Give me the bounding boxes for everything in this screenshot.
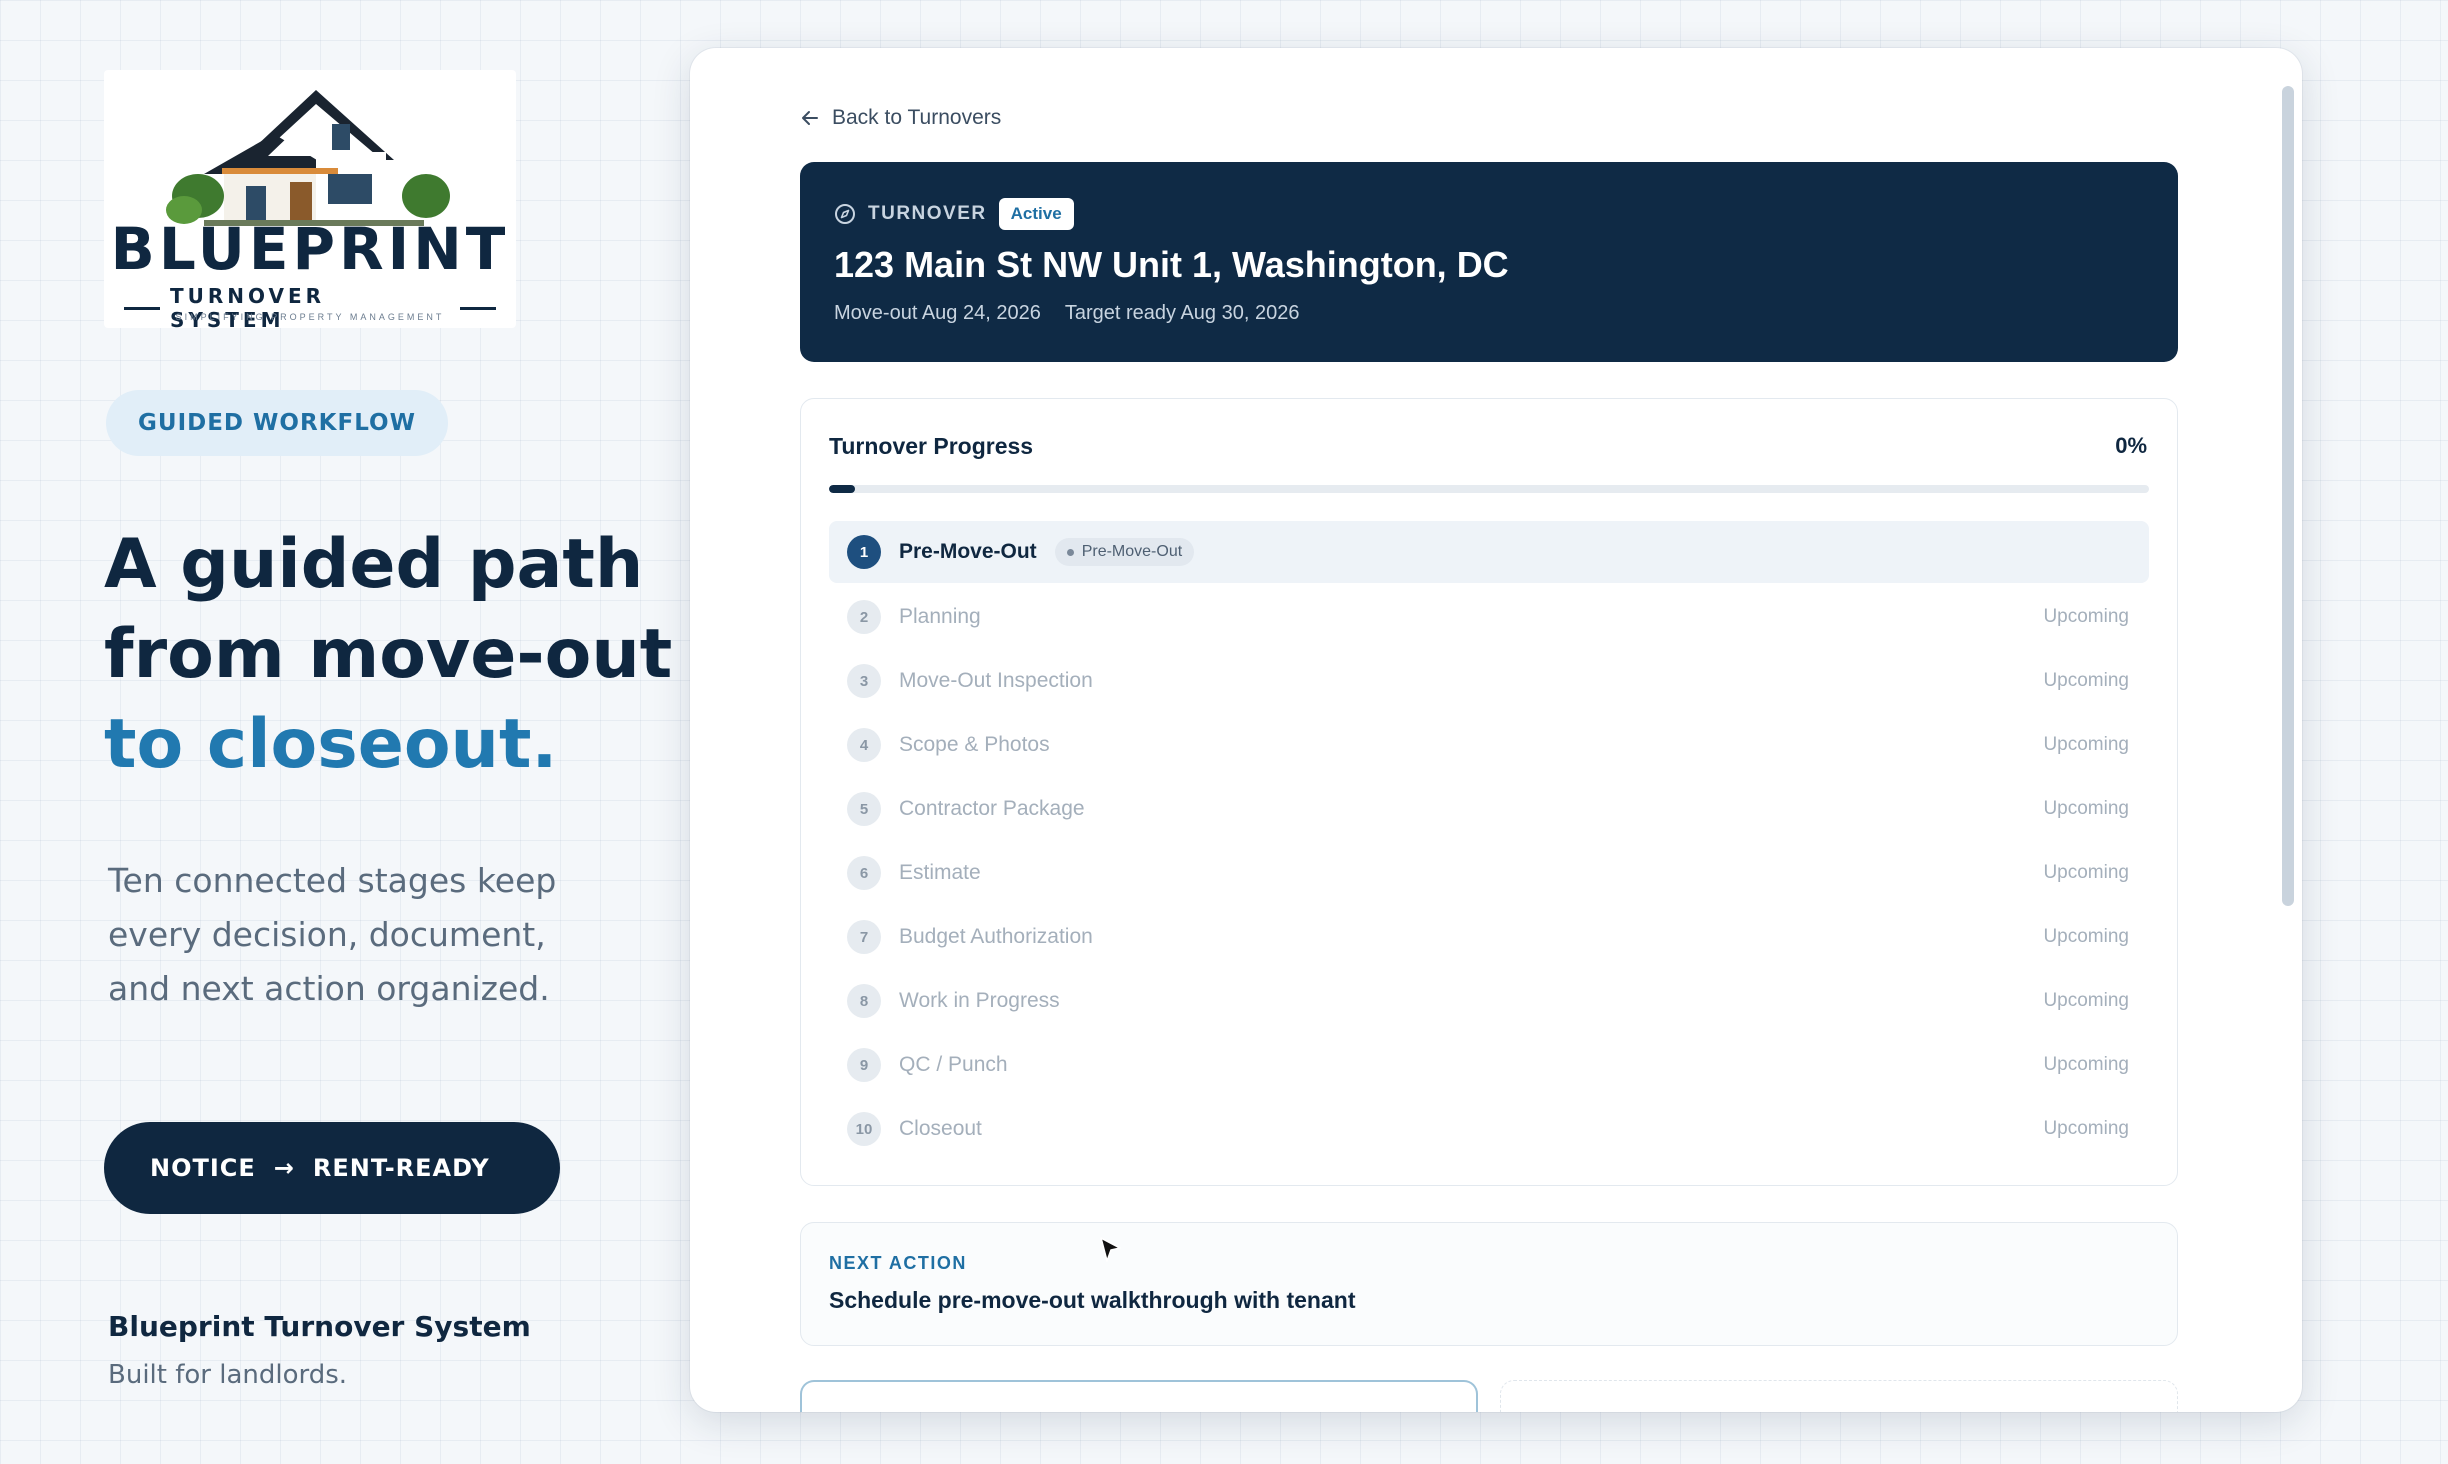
lede-line-2: every decision, document, xyxy=(108,915,546,954)
logo-subtitle: TURNOVER SYSTEM xyxy=(124,284,496,332)
stage-name: Work in Progress xyxy=(899,989,1060,1012)
house-logo-icon xyxy=(166,90,450,226)
progress-bar xyxy=(829,485,2149,493)
headline-accent: to closeout. xyxy=(104,705,558,784)
stage-status: Upcoming xyxy=(2043,1118,2129,1139)
property-address: 123 Main St NW Unit 1, Washington, DC xyxy=(834,244,1509,285)
stage-item-pre-move-out[interactable]: 1 Pre-Move-Out Pre-Move-Out xyxy=(829,521,2149,583)
current-stage-pill-label: Pre-Move-Out xyxy=(1081,543,1183,560)
notice-to-rent-ready-pill: NOTICE → RENT-READY xyxy=(104,1122,560,1214)
stage-item-planning[interactable]: 2 Planning Upcoming xyxy=(829,585,2149,649)
bottom-card-right[interactable] xyxy=(1500,1380,2178,1412)
stage-status: Upcoming xyxy=(2043,606,2129,627)
lede-line-1: Ten connected stages keep xyxy=(108,861,557,900)
stage-number: 3 xyxy=(847,664,881,698)
next-action-eyebrow: NEXT ACTION xyxy=(829,1253,967,1273)
footer-brand-tagline: Built for landlords. xyxy=(108,1360,348,1390)
brand-logo: BLUEPRINT TURNOVER SYSTEM SIMPLIFYING PR… xyxy=(104,70,516,332)
stage-number: 9 xyxy=(847,1048,881,1082)
stage-name: QC / Punch xyxy=(899,1053,1008,1076)
back-to-turnovers-link[interactable]: Back to Turnovers xyxy=(800,106,1001,130)
stage-number: 1 xyxy=(847,535,881,569)
stage-name: Planning xyxy=(899,605,981,628)
lede-line-3: and next action organized. xyxy=(108,969,550,1008)
stage-status: Upcoming xyxy=(2043,798,2129,819)
arrow-left-icon xyxy=(802,111,818,125)
dot-icon xyxy=(1066,548,1074,556)
turnover-detail-window: Back to Turnovers TURNOVER Active 123 Ma… xyxy=(690,48,2302,1412)
stage-status: Upcoming xyxy=(2043,734,2129,755)
logo-wordmark: BLUEPRINT xyxy=(110,215,510,283)
progress-bar-fill xyxy=(829,485,855,493)
stage-name: Contractor Package xyxy=(899,797,1085,820)
stage-item-qc-punch[interactable]: 9 QC / Punch Upcoming xyxy=(829,1033,2149,1097)
stage-name: Estimate xyxy=(899,861,981,884)
target-ready-date: Target ready Aug 30, 2026 xyxy=(1064,302,1300,324)
stage-status: Upcoming xyxy=(2043,990,2129,1011)
status-badge: Active xyxy=(998,198,1074,230)
stage-item-contractor-package[interactable]: 5 Contractor Package Upcoming xyxy=(829,777,2149,841)
stage-status: Upcoming xyxy=(2043,862,2129,883)
arrow-right-icon: → xyxy=(273,1154,295,1182)
headline-line-2: from move-out xyxy=(104,615,673,694)
footer-brand-name: Blueprint Turnover System xyxy=(108,1310,531,1343)
bottom-card-left[interactable] xyxy=(800,1380,1478,1412)
move-out-date: Move-out Aug 24, 2026 xyxy=(834,302,1041,324)
next-action-card[interactable]: NEXT ACTION Schedule pre-move-out walkth… xyxy=(800,1222,2178,1346)
cta-left-label: NOTICE xyxy=(150,1154,256,1182)
hero-eyebrow-label: TURNOVER xyxy=(868,203,987,224)
stage-status: Upcoming xyxy=(2043,670,2129,691)
logo-tagline: SIMPLIFYING PROPERTY MANAGEMENT xyxy=(175,312,445,322)
hero-dates: Move-out Aug 24, 2026 Target ready Aug 3… xyxy=(834,302,1299,325)
stage-number: 7 xyxy=(847,920,881,954)
current-stage-pill: Pre-Move-Out xyxy=(1054,538,1195,566)
guided-workflow-chip: GUIDED WORKFLOW xyxy=(106,390,448,456)
turnover-hero-banner: TURNOVER Active 123 Main St NW Unit 1, W… xyxy=(800,162,2178,362)
compass-icon xyxy=(835,204,855,224)
hero-eyebrow: TURNOVER Active xyxy=(834,198,1074,230)
stage-number: 5 xyxy=(847,792,881,826)
back-link-label: Back to Turnovers xyxy=(832,106,1002,129)
stage-item-budget-authorization[interactable]: 7 Budget Authorization Upcoming xyxy=(829,905,2149,969)
scrollbar-thumb[interactable] xyxy=(2282,86,2294,906)
turnover-progress-card: Turnover Progress 0% 1 Pre-Move-Out Pre-… xyxy=(800,398,2178,1186)
progress-percent: 0% xyxy=(2115,433,2147,458)
stage-number: 4 xyxy=(847,728,881,762)
logo-rule-left xyxy=(124,306,160,310)
stage-name: Closeout xyxy=(899,1117,982,1140)
logo-rule-right xyxy=(460,306,496,310)
cta-right-label: RENT-READY xyxy=(312,1154,490,1182)
mouse-cursor-icon xyxy=(1100,1237,1121,1262)
stage-list: 1 Pre-Move-Out Pre-Move-Out 2 Planning U… xyxy=(829,521,2149,1161)
stage-status: Upcoming xyxy=(2043,1054,2129,1075)
progress-title: Turnover Progress xyxy=(829,433,1034,459)
stage-name: Scope & Photos xyxy=(899,733,1050,756)
stage-item-closeout[interactable]: 10 Closeout Upcoming xyxy=(829,1097,2149,1161)
logo-subtitle-text: TURNOVER SYSTEM xyxy=(170,284,326,332)
next-action-text: Schedule pre-move-out walkthrough with t… xyxy=(829,1287,1356,1313)
stage-number: 10 xyxy=(847,1112,881,1146)
stage-number: 2 xyxy=(847,600,881,634)
stage-status: Upcoming xyxy=(2043,926,2129,947)
stage-number: 6 xyxy=(847,856,881,890)
marketing-headline: A guided path from move-out to closeout. xyxy=(104,520,704,790)
stage-name: Move-Out Inspection xyxy=(899,669,1093,692)
stage-name: Pre-Move-Out xyxy=(899,540,1037,563)
stage-item-estimate[interactable]: 6 Estimate Upcoming xyxy=(829,841,2149,905)
marketing-lede: Ten connected stages keep every decision… xyxy=(108,854,628,1016)
stage-item-work-in-progress[interactable]: 8 Work in Progress Upcoming xyxy=(829,969,2149,1033)
stage-item-scope-photos[interactable]: 4 Scope & Photos Upcoming xyxy=(829,713,2149,777)
headline-line-1: A guided path xyxy=(104,525,644,604)
stage-name: Budget Authorization xyxy=(899,925,1093,948)
stage-item-move-out-inspection[interactable]: 3 Move-Out Inspection Upcoming xyxy=(829,649,2149,713)
stage-number: 8 xyxy=(847,984,881,1018)
